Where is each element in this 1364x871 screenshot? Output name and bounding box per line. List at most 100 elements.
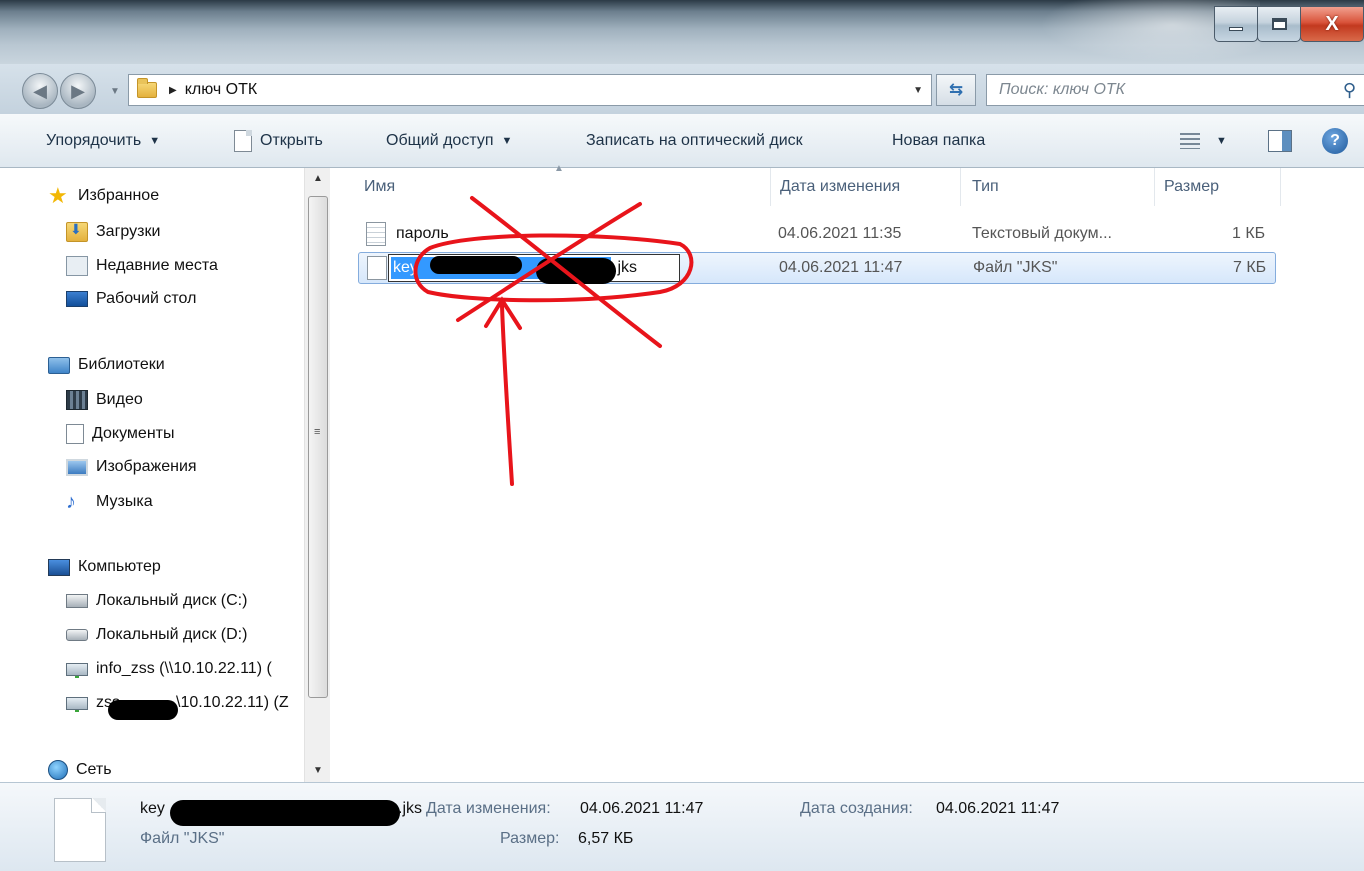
- file-icon: [367, 256, 387, 280]
- view-options-icon[interactable]: [1180, 133, 1200, 149]
- column-header-name[interactable]: Имя: [364, 168, 395, 206]
- search-box[interactable]: ⚲: [986, 74, 1364, 106]
- maximize-button[interactable]: [1257, 6, 1301, 42]
- search-input[interactable]: [999, 81, 1319, 99]
- redaction-mark: [170, 800, 400, 826]
- video-icon: [66, 390, 88, 410]
- share-label: Общий доступ: [386, 132, 494, 149]
- drive-icon: [66, 629, 88, 641]
- computer-icon: [48, 558, 70, 576]
- nav-recent-places[interactable]: Недавние места: [66, 256, 218, 276]
- rename-extension: .jks: [613, 259, 637, 276]
- nav-disk-c[interactable]: Локальный диск (C:): [66, 592, 247, 610]
- nav-downloads-label: Загрузки: [96, 223, 161, 240]
- search-icon[interactable]: ⚲: [1343, 80, 1356, 101]
- open-label: Открыть: [260, 132, 323, 149]
- network-drive-icon: [66, 696, 88, 712]
- address-bar[interactable]: ▶ ключ ОТК ▼: [128, 74, 932, 106]
- nav-disk-d[interactable]: Локальный диск (D:): [66, 626, 247, 644]
- nav-network-drive-2[interactable]: zss \10.10.22.11) (Z: [66, 694, 304, 712]
- nav-downloads[interactable]: Загрузки: [66, 221, 161, 242]
- desktop-icon: [66, 291, 88, 307]
- nav-libraries[interactable]: Библиотеки: [48, 356, 165, 374]
- breadcrumb-separator-icon[interactable]: ▶: [169, 85, 177, 96]
- file-row[interactable]: пароль 04.06.2021 11:35 Текстовый докум.…: [358, 218, 1276, 250]
- open-button[interactable]: Открыть: [234, 114, 323, 168]
- details-pane: [0, 782, 1364, 871]
- details-size-value: 6,57 КБ: [578, 830, 634, 847]
- details-file-type: Файл "JKS": [140, 830, 225, 847]
- nav-desktop[interactable]: Рабочий стол: [66, 290, 196, 308]
- nav-network-drive-1[interactable]: info_zss (\\10.10.22.11) (: [66, 660, 304, 678]
- scroll-down-icon[interactable]: ▼: [305, 760, 331, 782]
- file-date: 04.06.2021 11:47: [779, 259, 903, 276]
- recent-places-icon: [66, 256, 88, 276]
- redaction-mark: [430, 256, 522, 274]
- command-toolbar: Упорядочить ▼ Открыть Общий доступ ▼ Запис…: [0, 114, 1364, 168]
- nav-network-drive-2-suffix: \10.10.22.11) (Z: [176, 694, 289, 711]
- file-type: Текстовый докум...: [972, 225, 1112, 242]
- close-icon: X: [1325, 12, 1339, 35]
- nav-documents-label: Документы: [92, 425, 175, 442]
- nav-documents[interactable]: Документы: [66, 424, 174, 444]
- chevron-down-icon: ▼: [149, 135, 161, 147]
- folder-icon: [137, 78, 157, 98]
- refresh-button[interactable]: ⇆: [936, 74, 976, 106]
- nav-pictures[interactable]: Изображения: [66, 458, 197, 476]
- details-modified-value: 04.06.2021 11:47: [580, 800, 704, 817]
- details-created-value: 04.06.2021 11:47: [936, 800, 1060, 817]
- scroll-up-icon[interactable]: ▲: [305, 168, 331, 190]
- scrollbar-grip-icon: ≡: [314, 426, 321, 438]
- preview-pane-icon[interactable]: [1268, 130, 1292, 152]
- view-dropdown-icon[interactable]: ▼: [1216, 135, 1227, 147]
- column-header-date[interactable]: Дата изменения: [780, 168, 900, 206]
- organize-button[interactable]: Упорядочить ▼: [46, 114, 160, 168]
- back-button[interactable]: ◀: [22, 73, 58, 109]
- file-date: 04.06.2021 11:35: [778, 225, 902, 242]
- star-icon: ★: [48, 183, 68, 208]
- nav-music[interactable]: ♪ Музыка: [66, 492, 153, 512]
- burn-disc-button[interactable]: Записать на оптический диск: [586, 114, 803, 168]
- nav-disk-d-label: Локальный диск (D:): [96, 626, 248, 643]
- system-drive-icon: [66, 594, 88, 608]
- nav-computer[interactable]: Компьютер: [48, 558, 161, 576]
- document-icon: [234, 130, 252, 152]
- nav-libraries-label: Библиотеки: [78, 356, 165, 373]
- nav-pictures-label: Изображения: [96, 458, 197, 475]
- column-header-type[interactable]: Тип: [972, 168, 999, 206]
- nav-video[interactable]: Видео: [66, 390, 143, 410]
- window-titlebar: X: [0, 0, 1364, 64]
- address-dropdown-icon[interactable]: ▼: [913, 85, 923, 96]
- nav-network[interactable]: Сеть: [48, 760, 112, 780]
- nav-network-label: Сеть: [76, 761, 112, 778]
- nav-computer-label: Компьютер: [78, 558, 161, 575]
- file-size: 7 КБ: [1233, 259, 1267, 276]
- redaction-mark: [108, 700, 178, 720]
- minimize-button[interactable]: [1214, 6, 1258, 42]
- libraries-icon: [48, 356, 70, 374]
- text-file-icon: [366, 222, 386, 246]
- organize-label: Упорядочить: [46, 132, 142, 149]
- new-folder-button[interactable]: Новая папка: [892, 114, 985, 168]
- details-size-label: Размер:: [500, 830, 560, 847]
- details-file-name-suffix: .jks: [398, 800, 422, 817]
- scrollbar-thumb[interactable]: [308, 196, 328, 698]
- nav-favorites[interactable]: ★ Избранное: [48, 183, 160, 208]
- forward-button[interactable]: ▶: [60, 73, 96, 109]
- network-icon: [48, 760, 68, 780]
- pictures-icon: [66, 458, 88, 476]
- recent-pages-dropdown-icon[interactable]: ▼: [110, 86, 120, 97]
- maximize-icon: [1271, 18, 1287, 30]
- help-icon[interactable]: ?: [1322, 128, 1348, 154]
- share-button[interactable]: Общий доступ ▼: [386, 114, 512, 168]
- close-button[interactable]: X: [1300, 6, 1364, 42]
- nav-disk-c-label: Локальный диск (C:): [96, 592, 248, 609]
- new-folder-label: Новая папка: [892, 132, 986, 149]
- breadcrumb-current-folder[interactable]: ключ ОТК: [185, 81, 257, 99]
- nav-favorites-label: Избранное: [78, 187, 160, 204]
- chevron-down-icon: ▼: [501, 135, 513, 147]
- music-icon: ♪: [66, 491, 76, 513]
- forward-arrow-icon: ▶: [71, 80, 85, 101]
- column-header-size[interactable]: Размер: [1164, 168, 1219, 206]
- nav-scrollbar[interactable]: ▲ ≡ ▼: [304, 168, 330, 782]
